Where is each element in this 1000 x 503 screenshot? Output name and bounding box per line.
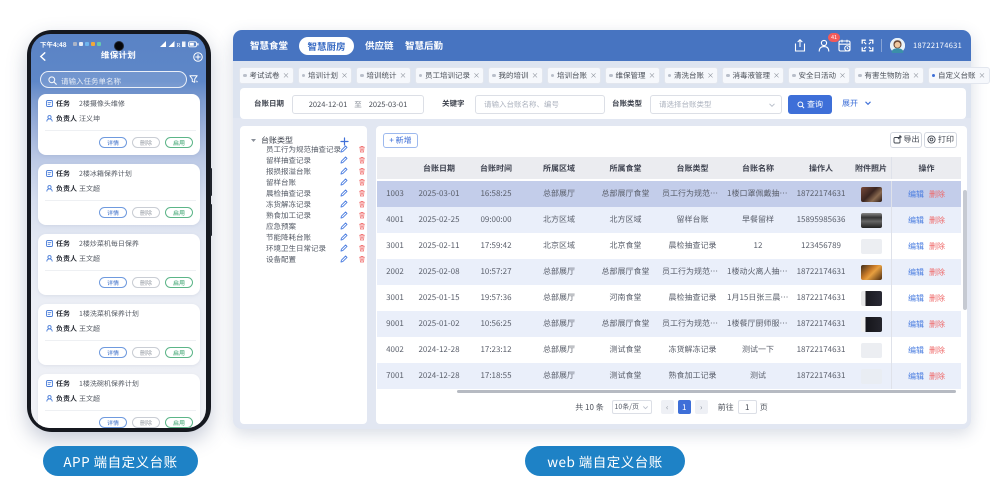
svg-text:R: R bbox=[177, 40, 181, 48]
